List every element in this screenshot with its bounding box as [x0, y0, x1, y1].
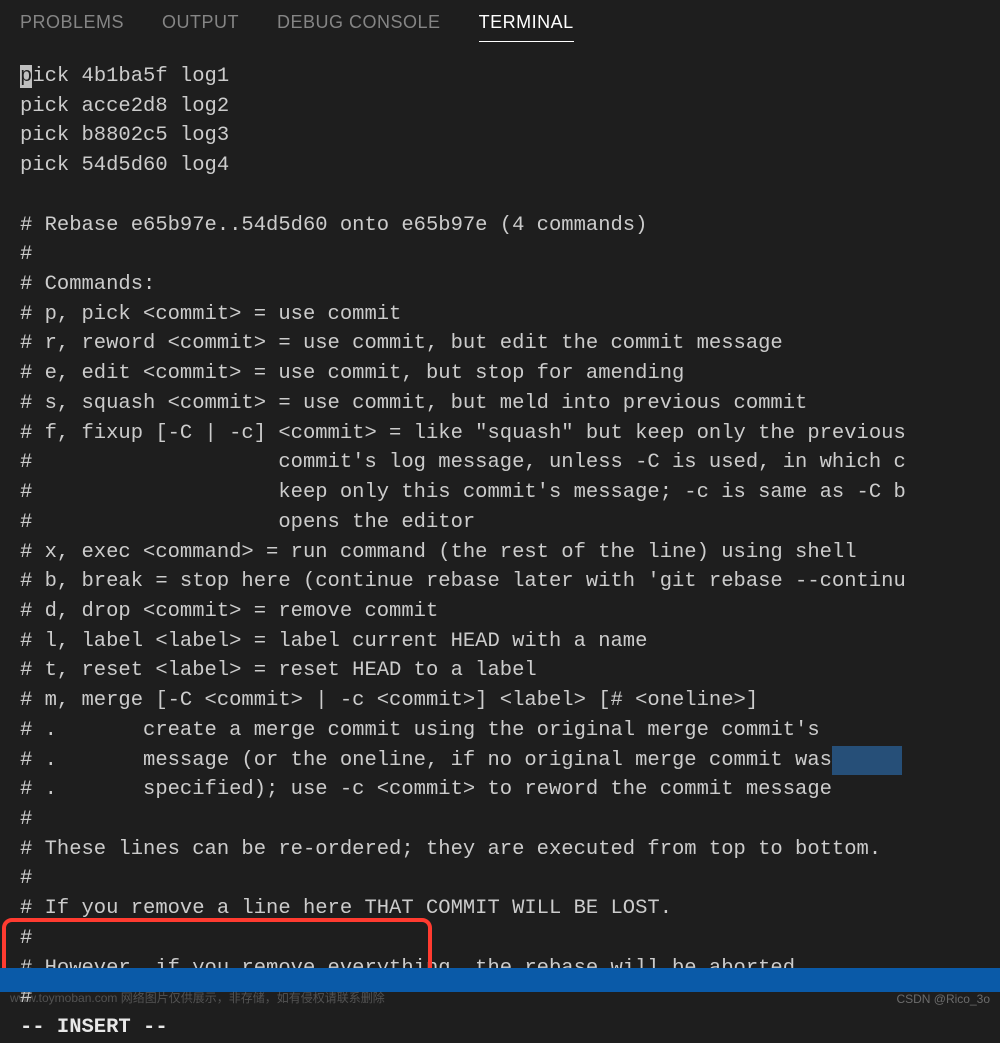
term-line: # d, drop <commit> = remove commit	[20, 600, 438, 623]
term-line: # . create a merge commit using the orig…	[20, 719, 820, 742]
term-line: # Commands:	[20, 273, 155, 296]
term-line: # opens the editor	[20, 511, 475, 534]
term-line: #	[20, 927, 32, 950]
term-line: # r, reword <commit> = use commit, but e…	[20, 332, 783, 355]
terminal-output[interactable]: pick 4b1ba5f log1 pick acce2d8 log2 pick…	[0, 42, 1000, 1043]
term-line: ick 4b1ba5f log1	[32, 65, 229, 88]
tab-debug-console[interactable]: DEBUG CONSOLE	[277, 12, 441, 42]
watermark-left: www.toymoban.com 网络图片仅供展示，非存储，如有侵权请联系删除	[10, 989, 385, 1006]
term-line: pick 54d5d60 log4	[20, 154, 229, 177]
term-line: # . message (or the oneline, if no origi…	[20, 749, 832, 772]
term-line: # e, edit <commit> = use commit, but sto…	[20, 362, 684, 385]
term-line: # If you remove a line here THAT COMMIT …	[20, 897, 672, 920]
tab-terminal[interactable]: TERMINAL	[479, 12, 574, 42]
term-line: pick acce2d8 log2	[20, 95, 229, 118]
watermark-right: CSDN @Rico_3o	[896, 992, 990, 1006]
term-line: #	[20, 867, 32, 890]
tab-output[interactable]: OUTPUT	[162, 12, 239, 42]
term-line: # f, fixup [-C | -c] <commit> = like "sq…	[20, 422, 906, 445]
term-line: # l, label <label> = label current HEAD …	[20, 630, 647, 653]
selection-highlight	[832, 746, 902, 776]
term-line: # Rebase e65b97e..54d5d60 onto e65b97e (…	[20, 214, 647, 237]
vim-mode-indicator: -- INSERT --	[20, 1016, 168, 1039]
term-line: # commit's log message, unless -C is use…	[20, 451, 906, 474]
term-line: pick b8802c5 log3	[20, 124, 229, 147]
term-line: # p, pick <commit> = use commit	[20, 303, 401, 326]
term-line: # x, exec <command> = run command (the r…	[20, 541, 857, 564]
cursor: p	[20, 65, 32, 88]
term-line: # keep only this commit's message; -c is…	[20, 481, 906, 504]
panel-tabs: PROBLEMS OUTPUT DEBUG CONSOLE TERMINAL	[0, 0, 1000, 42]
term-line: # m, merge [-C <commit> | -c <commit>] <…	[20, 689, 758, 712]
term-line: # . specified); use -c <commit> to rewor…	[20, 778, 832, 801]
term-line: # s, squash <commit> = use commit, but m…	[20, 392, 807, 415]
term-line: # These lines can be re-ordered; they ar…	[20, 838, 881, 861]
term-line: # t, reset <label> = reset HEAD to a lab…	[20, 659, 537, 682]
term-line: # b, break = stop here (continue rebase …	[20, 570, 906, 593]
tab-problems[interactable]: PROBLEMS	[20, 12, 124, 42]
term-line: #	[20, 808, 32, 831]
term-line: #	[20, 243, 32, 266]
